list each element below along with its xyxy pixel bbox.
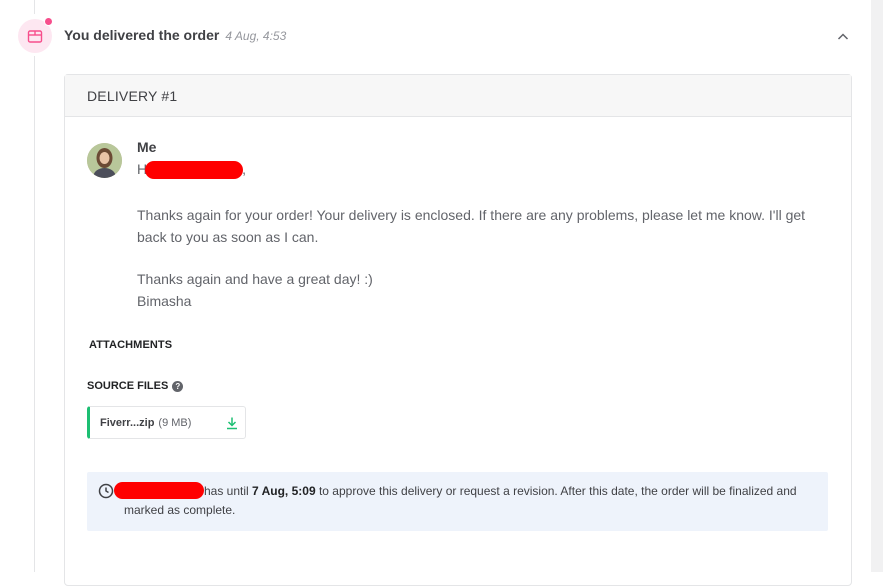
file-size: (9 MB) — [158, 416, 192, 429]
attachments-title: ATTACHMENTS — [89, 339, 173, 351]
approval-notice: has until 7 Aug, 5:09 to approve this de… — [87, 472, 828, 531]
scrollbar[interactable] — [871, 0, 883, 572]
event-title: You delivered the order 4 Aug, 4:53 — [64, 27, 286, 43]
event-time: 4 Aug, 4:53 — [225, 29, 287, 43]
attachment-file[interactable]: Fiverr...zip (9 MB) — [87, 406, 246, 439]
delivery-message: Thanks again for your order! Your delive… — [137, 204, 817, 312]
redaction — [145, 161, 243, 179]
message-closing: Thanks again and have a great day! :) — [137, 271, 373, 287]
sender-name: Me — [137, 139, 157, 155]
notice-text: has until 7 Aug, 5:09 to approve this de… — [124, 482, 814, 520]
notice-text-before: has until — [204, 484, 249, 498]
info-icon[interactable]: ? — [172, 380, 184, 392]
delivery-header: DELIVERY #1 — [65, 75, 851, 117]
timeline-line — [34, 0, 35, 14]
file-name[interactable]: Fiverr...zip — [100, 417, 154, 429]
event-title-text: You delivered the order — [64, 27, 220, 43]
message-paragraph: Thanks again for your order! Your delive… — [137, 207, 806, 245]
chevron-up-icon[interactable] — [835, 29, 851, 45]
notification-dot — [44, 17, 53, 26]
message-paragraph: Thanks again and have a great day! :) Bi… — [137, 268, 817, 312]
signature: Bimasha — [137, 293, 192, 309]
notice-date: 7 Aug, 5:09 — [252, 484, 316, 498]
timeline-line — [34, 56, 35, 572]
source-files-title: SOURCE FILES ? — [87, 380, 184, 392]
download-icon[interactable] — [225, 416, 239, 430]
delivery-card: DELIVERY #1 Me H, Thanks again for your … — [64, 74, 852, 586]
avatar — [87, 143, 122, 178]
clock-icon — [98, 483, 114, 499]
source-files-label: SOURCE FILES — [87, 380, 169, 392]
